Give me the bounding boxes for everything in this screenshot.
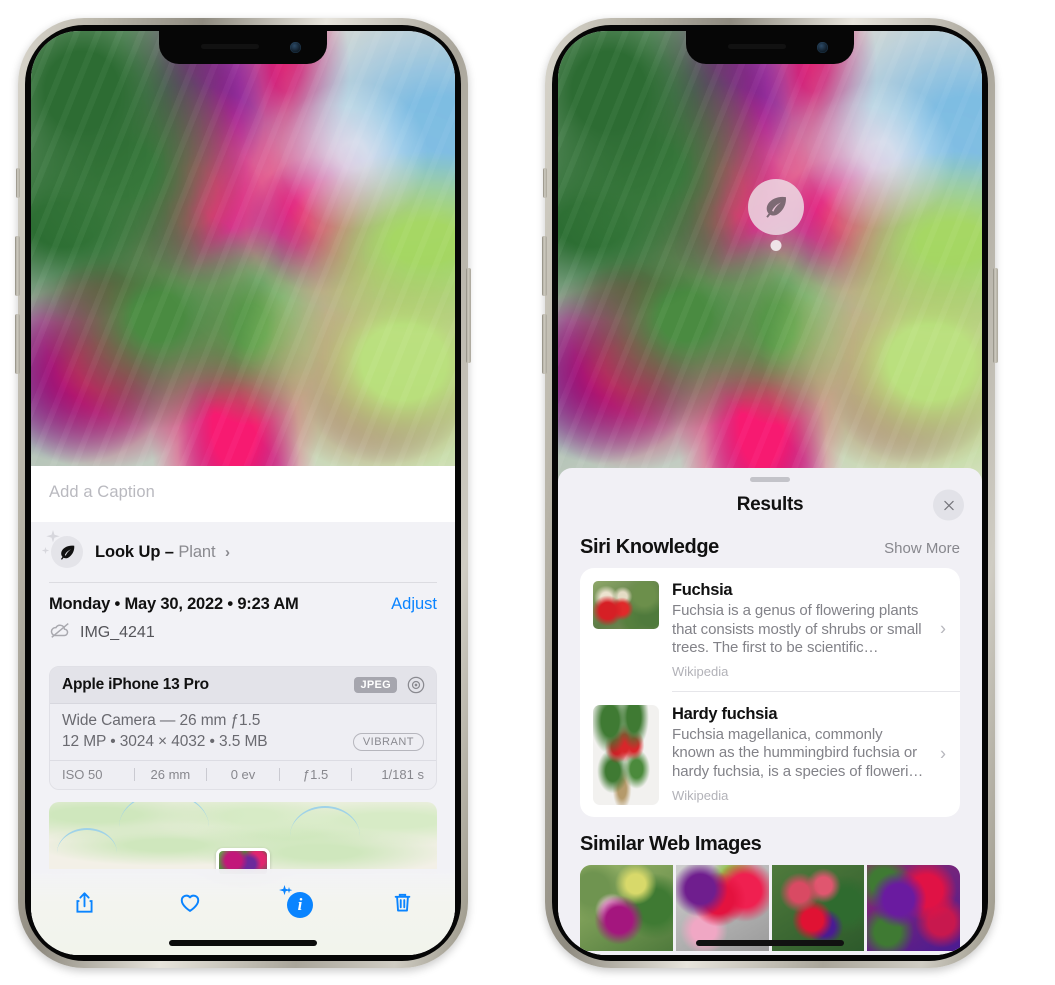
exif-card[interactable]: Apple iPhone 13 Pro JPEG Wide Camera — 2… — [49, 666, 437, 790]
web-image-thumbnail[interactable] — [867, 864, 960, 951]
exif-details: Wide Camera — 26 mm ƒ1.5 12 MP • 3024 × … — [50, 704, 436, 760]
close-button[interactable] — [933, 489, 964, 521]
exif-device-name: Apple iPhone 13 Pro — [62, 676, 209, 693]
volume-down-button[interactable] — [542, 314, 547, 374]
style-badge: VIBRANT — [352, 733, 424, 751]
earpiece-speaker — [728, 44, 786, 49]
format-badge: JPEG — [354, 677, 397, 693]
visual-lookup-leaf-badge[interactable] — [748, 179, 804, 251]
siri-knowledge-card: Fuchsia Fuchsia is a genus of flowering … — [580, 568, 960, 817]
exif-size: 12 MP • 3024 × 4032 • 3.5 MB — [62, 733, 268, 750]
look-up-row[interactable]: Look Up – Plant › — [31, 522, 455, 582]
front-camera-icon — [290, 42, 301, 53]
notch — [686, 31, 854, 64]
phone-right: Results Siri Knowledge Show More Fuchsia… — [542, 18, 998, 968]
phone-screen-left: Add a Caption Look Up – Plant › Monday •… — [31, 31, 455, 955]
front-camera-icon — [817, 42, 828, 53]
show-more-button[interactable]: Show More — [884, 540, 960, 557]
aperture-icon[interactable] — [406, 675, 426, 695]
location-map[interactable] — [49, 802, 437, 874]
result-title: Fuchsia — [672, 581, 733, 599]
exif-stat-shutter: 1/181 s — [381, 767, 424, 782]
file-name: IMG_4241 — [80, 623, 155, 641]
file-line: IMG_4241 — [49, 619, 437, 646]
datetime-block: Monday • May 30, 2022 • 9:23 AM Adjust I… — [31, 583, 455, 656]
caption-field[interactable]: Add a Caption — [31, 466, 455, 522]
photo-fuchsia[interactable] — [558, 31, 982, 491]
similar-web-images-strip — [580, 864, 960, 951]
notch — [159, 31, 327, 64]
result-source: Wikipedia — [672, 787, 729, 803]
look-up-icon-wrap — [41, 530, 83, 570]
info-sparkle-icon: i — [279, 885, 313, 919]
phone-left: Add a Caption Look Up – Plant › Monday •… — [15, 18, 471, 968]
exif-stat-iso: ISO 50 — [62, 767, 103, 782]
web-image-thumbnail[interactable] — [675, 864, 769, 951]
delete-button[interactable] — [380, 883, 424, 921]
mute-switch[interactable] — [16, 168, 20, 198]
home-indicator[interactable] — [696, 940, 844, 946]
home-indicator[interactable] — [169, 940, 317, 946]
look-up-subject: Plant — [178, 542, 216, 561]
siri-knowledge-header: Siri Knowledge Show More — [558, 528, 982, 568]
result-thumbnail — [593, 581, 659, 629]
exif-stat-ev: 0 ev — [230, 767, 256, 782]
power-button[interactable] — [466, 268, 471, 363]
favorite-button[interactable] — [168, 883, 212, 921]
look-up-text: Look Up – — [95, 542, 174, 561]
sheet-header: Results — [558, 482, 982, 528]
exif-stats-row: ISO 50 26 mm 0 ev ƒ1.5 1/181 s — [50, 760, 436, 789]
web-image-thumbnail[interactable] — [771, 864, 865, 951]
exif-stat-focal: 26 mm — [150, 767, 191, 782]
mute-switch[interactable] — [543, 168, 547, 198]
exif-lens: Wide Camera — 26 mm ƒ1.5 — [62, 712, 261, 729]
similar-web-images-header: Similar Web Images — [558, 817, 982, 858]
sparkle-small-icon — [41, 543, 50, 554]
share-button[interactable] — [62, 883, 106, 921]
lookup-anchor-dot — [770, 240, 782, 251]
result-title: Hardy fuchsia — [672, 704, 778, 723]
web-image-thumbnail[interactable] — [580, 864, 673, 951]
phone-screen-right: Results Siri Knowledge Show More Fuchsia… — [558, 31, 982, 955]
leaf-icon — [51, 536, 83, 568]
chevron-right-icon: › — [224, 543, 230, 561]
result-source: Wikipedia — [672, 663, 729, 679]
section-title: Siri Knowledge — [580, 536, 719, 558]
result-description: Fuchsia magellanica, commonly known as t… — [672, 725, 924, 780]
list-item[interactable]: Fuchsia Fuchsia is a genus of flowering … — [580, 568, 960, 691]
results-sheet: Results Siri Knowledge Show More Fuchsia… — [558, 468, 982, 955]
caption-placeholder: Add a Caption — [49, 483, 155, 501]
power-button[interactable] — [993, 268, 998, 363]
look-up-label: Look Up – Plant › — [95, 543, 230, 562]
adjust-button[interactable]: Adjust — [391, 595, 437, 614]
exif-header: Apple iPhone 13 Pro JPEG — [50, 667, 436, 704]
volume-up-button[interactable] — [15, 236, 20, 296]
info-button[interactable]: i — [274, 883, 318, 921]
volume-down-button[interactable] — [15, 314, 20, 374]
volume-up-button[interactable] — [542, 236, 547, 296]
photo-fuchsia[interactable] — [31, 31, 455, 491]
exif-stat-aperture: ƒ1.5 — [302, 767, 329, 782]
result-thumbnail — [593, 704, 659, 805]
earpiece-speaker — [201, 44, 259, 49]
section-title: Similar Web Images — [580, 832, 762, 855]
info-glyph: i — [287, 892, 313, 918]
result-description: Fuchsia is a genus of flowering plants t… — [672, 602, 922, 657]
screenshot-canvas: Add a Caption Look Up – Plant › Monday •… — [0, 0, 1055, 985]
chevron-right-icon: › — [940, 618, 946, 639]
sheet-title: Results — [736, 494, 804, 515]
icloud-slash-icon — [49, 619, 71, 646]
chevron-right-icon: › — [940, 743, 946, 764]
photo-datetime: Monday • May 30, 2022 • 9:23 AM — [49, 595, 299, 613]
list-item[interactable]: Hardy fuchsia Fuchsia magellanica, commo… — [580, 692, 960, 817]
